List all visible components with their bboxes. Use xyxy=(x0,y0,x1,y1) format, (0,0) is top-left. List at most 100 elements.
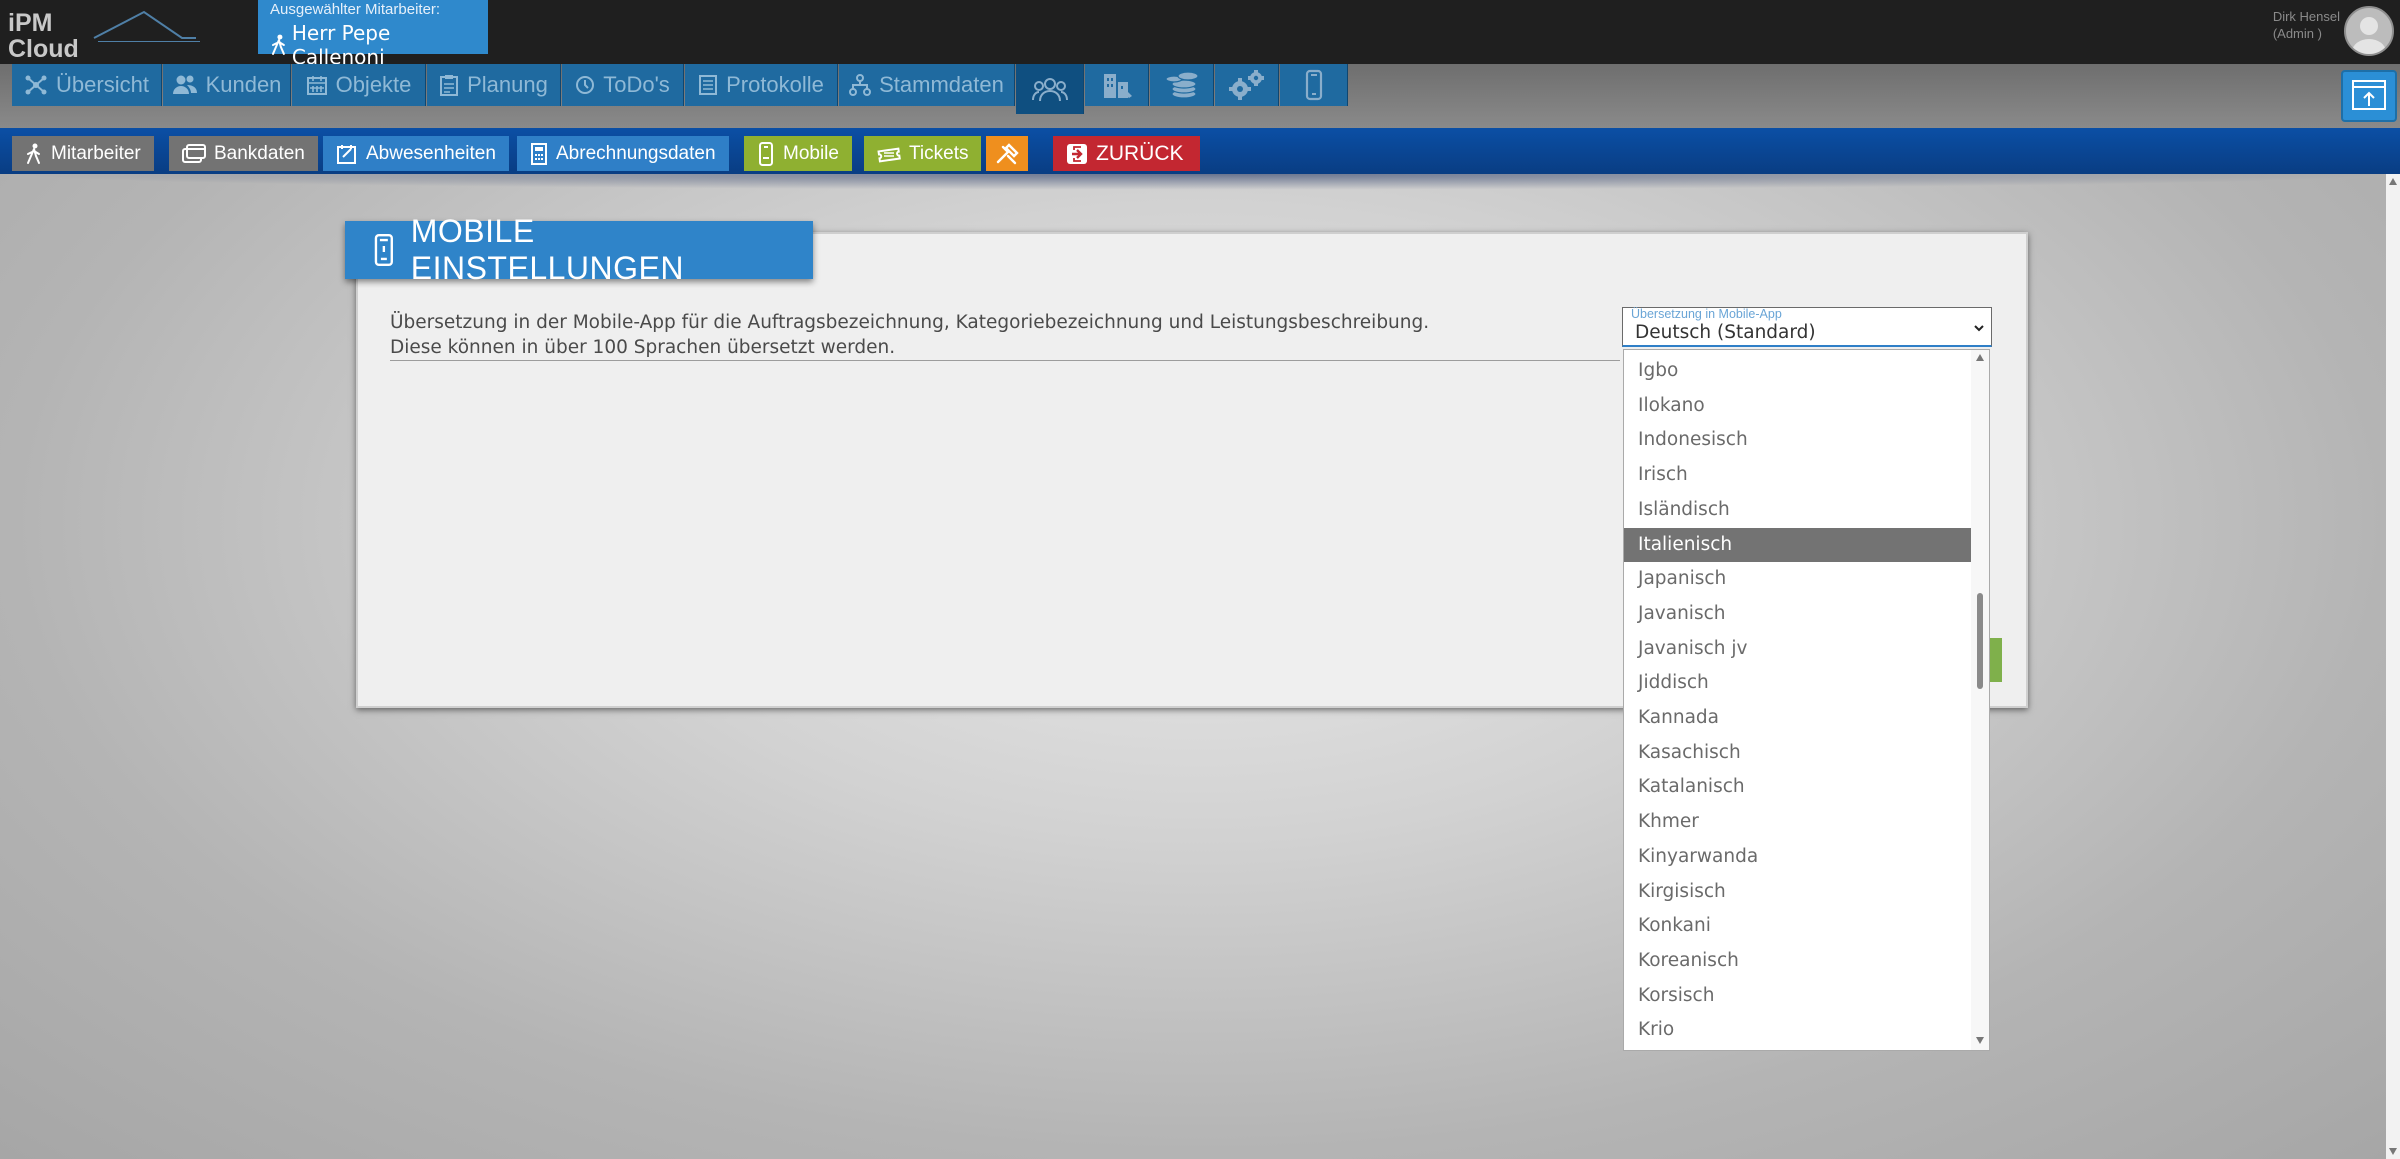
tab-mobile[interactable] xyxy=(1280,64,1348,106)
clock-icon xyxy=(576,76,595,94)
language-option[interactable]: Krio xyxy=(1624,1013,1971,1047)
language-option[interactable]: Japanisch xyxy=(1624,562,1971,596)
mitarbeiter-button[interactable]: Mitarbeiter xyxy=(12,136,154,171)
hierarchy-icon xyxy=(849,74,872,96)
abwesenheiten-label: Abwesenheiten xyxy=(366,142,496,164)
bankdaten-button[interactable]: Bankdaten xyxy=(169,136,318,171)
exit-icon xyxy=(1067,143,1087,164)
language-option[interactable]: Kinyarwanda xyxy=(1624,840,1971,874)
panel-description: Übersetzung in der Mobile-App für die Au… xyxy=(390,310,1429,360)
tab-uebersicht[interactable]: Übersicht xyxy=(12,64,162,106)
tab-label: ToDo's xyxy=(603,72,670,97)
tickets-button[interactable]: Tickets xyxy=(864,136,982,171)
language-option[interactable]: Italienisch xyxy=(1624,527,1971,562)
calculator-icon xyxy=(531,142,547,165)
tab-planung[interactable]: Planung xyxy=(427,64,561,106)
language-select-value: Deutsch (Standard) xyxy=(1635,322,1816,343)
ipm-cloud-logo[interactable]: iPM Cloud xyxy=(4,2,200,63)
user-info[interactable]: Dirk Hensel (Admin ) xyxy=(2273,8,2340,42)
user-name: Dirk Hensel xyxy=(2272,9,2340,24)
tab-label: Planung xyxy=(467,72,548,97)
zurueck-label: ZURÜCK xyxy=(1096,141,1184,165)
walking-person-icon xyxy=(27,143,40,164)
language-option[interactable]: Irisch xyxy=(1624,458,1971,492)
tab-kunden[interactable]: Kunden xyxy=(163,64,291,106)
tab-label: Stammdaten xyxy=(879,72,1004,97)
selected-employee-name: Herr Pepe Callenoni xyxy=(270,21,488,69)
top-bar: iPM Cloud Ausgewählter Mitarbeiter: Herr… xyxy=(0,0,2400,69)
mobile-phone-icon xyxy=(759,141,773,166)
language-option[interactable]: Javanisch jv xyxy=(1624,632,1971,666)
scroll-down-arrow-icon[interactable] xyxy=(1976,1037,1984,1044)
bankdaten-label: Bankdaten xyxy=(214,142,305,164)
tab-todos[interactable]: ToDo's xyxy=(562,64,684,106)
language-option[interactable]: Isländisch xyxy=(1624,493,1971,527)
clipboard-icon xyxy=(440,75,459,96)
language-option[interactable]: Kirgisisch xyxy=(1624,875,1971,909)
language-option[interactable]: Khmer xyxy=(1624,805,1971,839)
subnav-shadow xyxy=(0,174,2400,190)
people-icon xyxy=(1031,78,1068,102)
tab-stammdaten[interactable]: Stammdaten xyxy=(839,64,1015,106)
chevron-down-icon xyxy=(1974,325,1984,332)
coins-icon xyxy=(1164,71,1199,99)
language-select-label: Übersetzung in Mobile-App xyxy=(1631,307,1782,321)
language-option[interactable]: Koreanisch xyxy=(1624,944,1971,978)
language-option[interactable]: Igbo xyxy=(1624,354,1971,388)
tab-mitarbeiter-people[interactable] xyxy=(1016,64,1084,114)
main-navigation: Übersicht Kunden Objekte Planung ToDo's xyxy=(0,64,2400,128)
language-option[interactable]: Kannada xyxy=(1624,701,1971,735)
mobile-label: Mobile xyxy=(783,142,839,164)
abrechnungsdaten-button[interactable]: Abrechnungsdaten xyxy=(517,136,729,171)
language-option[interactable]: Kasachisch xyxy=(1624,736,1971,770)
users-icon xyxy=(172,75,197,94)
abwesenheiten-button[interactable]: Abwesenheiten xyxy=(323,136,509,171)
tab-gebaeude[interactable] xyxy=(1085,64,1149,106)
avatar[interactable] xyxy=(2344,6,2394,56)
employee-name-text: Herr Pepe Callenoni xyxy=(291,21,391,69)
abrechnungsdaten-label: Abrechnungsdaten xyxy=(556,142,716,164)
mobile-button[interactable]: Mobile xyxy=(744,136,852,171)
scroll-thumb[interactable] xyxy=(1977,593,1983,689)
page-title-text: MOBILE EINSTELLUNGEN xyxy=(410,213,684,286)
page-scrollbar[interactable] xyxy=(2386,174,2400,1159)
tab-label: Übersicht xyxy=(56,72,149,97)
language-option[interactable]: Katalanisch xyxy=(1624,770,1971,804)
tab-protokolle[interactable]: Protokolle xyxy=(685,64,838,106)
mobile-icon xyxy=(1305,69,1322,101)
scroll-up-arrow-icon[interactable] xyxy=(2389,178,2397,185)
scroll-up-arrow-icon[interactable] xyxy=(1976,354,1984,361)
language-dropdown-list[interactable]: Igbo Ilokano Indonesisch Irisch Isländisch It… xyxy=(1623,349,1990,1051)
language-option[interactable]: Jiddisch xyxy=(1624,666,1971,700)
document-icon xyxy=(699,75,718,95)
walking-person-icon xyxy=(271,34,285,55)
tab-objekte[interactable]: Objekte xyxy=(292,64,426,106)
logo-text: iPM Cloud xyxy=(8,9,79,63)
sub-navigation: Mitarbeiter Bankdaten Abwesenheiten Abre… xyxy=(0,128,2400,174)
selected-employee-box[interactable]: Ausgewählter Mitarbeiter: Herr Pepe Call… xyxy=(258,0,488,69)
save-button-edge[interactable] xyxy=(1990,638,2002,682)
calendar-edit-icon xyxy=(337,144,356,164)
language-option[interactable]: Javanisch xyxy=(1624,597,1971,631)
tab-einstellungen[interactable] xyxy=(1215,64,1279,106)
ticket-icon xyxy=(877,147,901,162)
side-panel-button[interactable] xyxy=(2341,70,2397,122)
tab-label: Kunden xyxy=(205,72,282,97)
zurueck-button[interactable]: ZURÜCK xyxy=(1053,136,1200,171)
language-option[interactable]: Ilokano xyxy=(1624,389,1971,423)
language-option[interactable]: Indonesisch xyxy=(1624,423,1971,457)
language-select[interactable]: Übersetzung in Mobile-App Deutsch (Stand… xyxy=(1622,307,1992,347)
dropdown-scrollbar[interactable] xyxy=(1971,350,1989,1050)
divider xyxy=(390,360,1620,361)
user-avatar-icon xyxy=(2352,17,2386,54)
language-option[interactable]: Korsisch xyxy=(1624,979,1971,1013)
tab-finanzen[interactable] xyxy=(1150,64,1214,106)
page-title: MOBILE EINSTELLUNGEN xyxy=(345,213,813,286)
mobile-phone-icon xyxy=(374,233,393,267)
description-line-2: Diese können in über 100 Sprachen überse… xyxy=(390,337,896,358)
tools-button[interactable] xyxy=(986,136,1028,171)
tools-icon xyxy=(996,142,1019,164)
language-option[interactable]: Konkani xyxy=(1624,909,1971,943)
scroll-down-arrow-icon[interactable] xyxy=(2389,1148,2397,1155)
network-icon xyxy=(25,75,47,95)
